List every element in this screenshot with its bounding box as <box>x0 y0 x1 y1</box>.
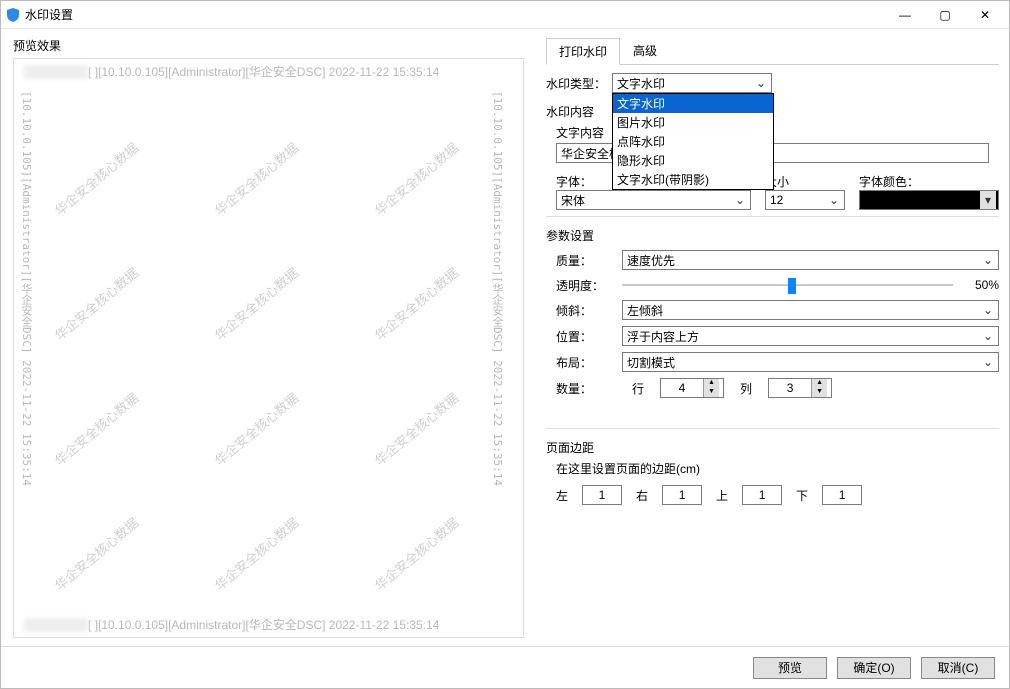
ok-button[interactable]: 确定(O) <box>837 657 911 679</box>
margin-right-label: 右 <box>636 487 648 504</box>
watermark-diag: 华企安全核心数据 <box>370 513 462 594</box>
watermark-diag: 华企安全核心数据 <box>50 263 142 344</box>
preview-left-text: [10.10.0.105][Administrator][华企安全DSC] 20… <box>22 83 46 613</box>
watermark-diag: 华企安全核心数据 <box>210 263 302 344</box>
cols-label: 列 <box>740 380 752 397</box>
color-label: 字体颜色： <box>859 173 999 190</box>
tab-advanced[interactable]: 高级 <box>620 37 670 64</box>
preview-bottom-text: XXXXXXXX[ ][10.10.0.105][Administrator][… <box>24 616 513 633</box>
params-group: 参数设置 <box>546 227 999 244</box>
margin-top-label: 上 <box>716 487 728 504</box>
window-title: 水印设置 <box>25 6 885 23</box>
watermark-diag: 华企安全核心数据 <box>210 513 302 594</box>
chevron-down-icon: ⌄ <box>753 76 769 90</box>
position-label: 位置： <box>556 328 616 345</box>
tab-print-watermark[interactable]: 打印水印 <box>546 38 620 65</box>
watermark-diag: 华企安全核心数据 <box>50 388 142 469</box>
cols-spinner[interactable]: ▲▼ <box>768 378 832 398</box>
preview-button[interactable]: 预览 <box>753 657 827 679</box>
opacity-slider[interactable] <box>622 276 953 294</box>
spin-up-icon[interactable]: ▲ <box>704 379 719 388</box>
layout-select[interactable]: 切割模式⌄ <box>622 352 999 372</box>
font-select[interactable]: 宋体⌄ <box>556 190 751 210</box>
type-option[interactable]: 点阵水印 <box>613 132 773 151</box>
footer: 预览 确定(O) 取消(C) <box>1 646 1009 688</box>
titlebar: 水印设置 — ▢ ✕ <box>1 1 1009 29</box>
margins-hint: 在这里设置页面的边距(cm) <box>556 460 999 477</box>
tilt-label: 倾斜： <box>556 302 616 319</box>
margin-right-input[interactable] <box>662 485 702 505</box>
margin-left-label: 左 <box>556 487 568 504</box>
rows-spinner[interactable]: ▲▼ <box>660 378 724 398</box>
type-option[interactable]: 图片水印 <box>613 113 773 132</box>
position-select[interactable]: 浮于内容上方⌄ <box>622 326 999 346</box>
preview-top-text: XXXXXXXX[ ][10.10.0.105][Administrator][… <box>24 63 513 80</box>
spin-down-icon[interactable]: ▼ <box>812 388 827 397</box>
maximize-button[interactable]: ▢ <box>925 1 965 29</box>
margin-bottom-input[interactable] <box>822 485 862 505</box>
color-select[interactable]: ▾ <box>859 190 999 210</box>
rows-label: 行 <box>632 380 644 397</box>
margin-top-input[interactable] <box>742 485 782 505</box>
chevron-down-icon: ⌄ <box>980 329 996 343</box>
cancel-button[interactable]: 取消(C) <box>921 657 995 679</box>
watermark-diag: 华企安全核心数据 <box>210 388 302 469</box>
type-select-value: 文字水印 <box>617 75 665 92</box>
chevron-down-icon: ⌄ <box>732 193 748 207</box>
chevron-down-icon: ⌄ <box>980 355 996 369</box>
margin-bottom-label: 下 <box>796 487 808 504</box>
layout-label: 布局： <box>556 354 616 371</box>
chevron-down-icon: ⌄ <box>826 193 842 207</box>
watermark-diag: 华企安全核心数据 <box>50 513 142 594</box>
count-label: 数量： <box>556 380 616 397</box>
opacity-value: 50% <box>959 278 999 292</box>
type-option[interactable]: 文字水印 <box>613 94 773 113</box>
slider-thumb[interactable] <box>788 278 796 294</box>
type-dropdown: 文字水印 图片水印 点阵水印 隐形水印 文字水印(带阴影) <box>612 93 774 190</box>
chevron-down-icon: ▾ <box>980 191 996 209</box>
preview-title: 预览效果 <box>13 37 524 54</box>
quality-select[interactable]: 速度优先⌄ <box>622 250 999 270</box>
quality-label: 质量： <box>556 252 616 269</box>
type-label: 水印类型： <box>546 75 606 92</box>
chevron-down-icon: ⌄ <box>980 253 996 267</box>
margin-left-input[interactable] <box>582 485 622 505</box>
app-icon <box>5 7 21 23</box>
size-select[interactable]: 12⌄ <box>765 190 845 210</box>
type-option[interactable]: 文字水印(带阴影) <box>613 170 773 189</box>
chevron-down-icon: ⌄ <box>980 303 996 317</box>
spin-up-icon[interactable]: ▲ <box>812 379 827 388</box>
preview-pane: XXXXXXXX[ ][10.10.0.105][Administrator][… <box>13 58 524 638</box>
tabs: 打印水印 高级 <box>546 37 999 65</box>
close-button[interactable]: ✕ <box>965 1 1005 29</box>
margins-group: 页面边距 <box>546 439 999 456</box>
watermark-diag: 华企安全核心数据 <box>370 388 462 469</box>
minimize-button[interactable]: — <box>885 1 925 29</box>
type-option[interactable]: 隐形水印 <box>613 151 773 170</box>
watermark-diag: 华企安全核心数据 <box>370 263 462 344</box>
opacity-label: 透明度： <box>556 277 616 294</box>
type-select[interactable]: 文字水印 ⌄ 文字水印 图片水印 点阵水印 隐形水印 文字水印(带阴影) <box>612 73 772 93</box>
spin-down-icon[interactable]: ▼ <box>704 388 719 397</box>
watermark-diag: 华企安全核心数据 <box>370 138 462 219</box>
tilt-select[interactable]: 左倾斜⌄ <box>622 300 999 320</box>
watermark-diag: 华企安全核心数据 <box>210 138 302 219</box>
watermark-diag: 华企安全核心数据 <box>50 138 142 219</box>
size-label: 大小 <box>765 173 845 190</box>
preview-right-text: [10.10.0.105][Administrator][华企安全DSC] 20… <box>495 83 515 613</box>
